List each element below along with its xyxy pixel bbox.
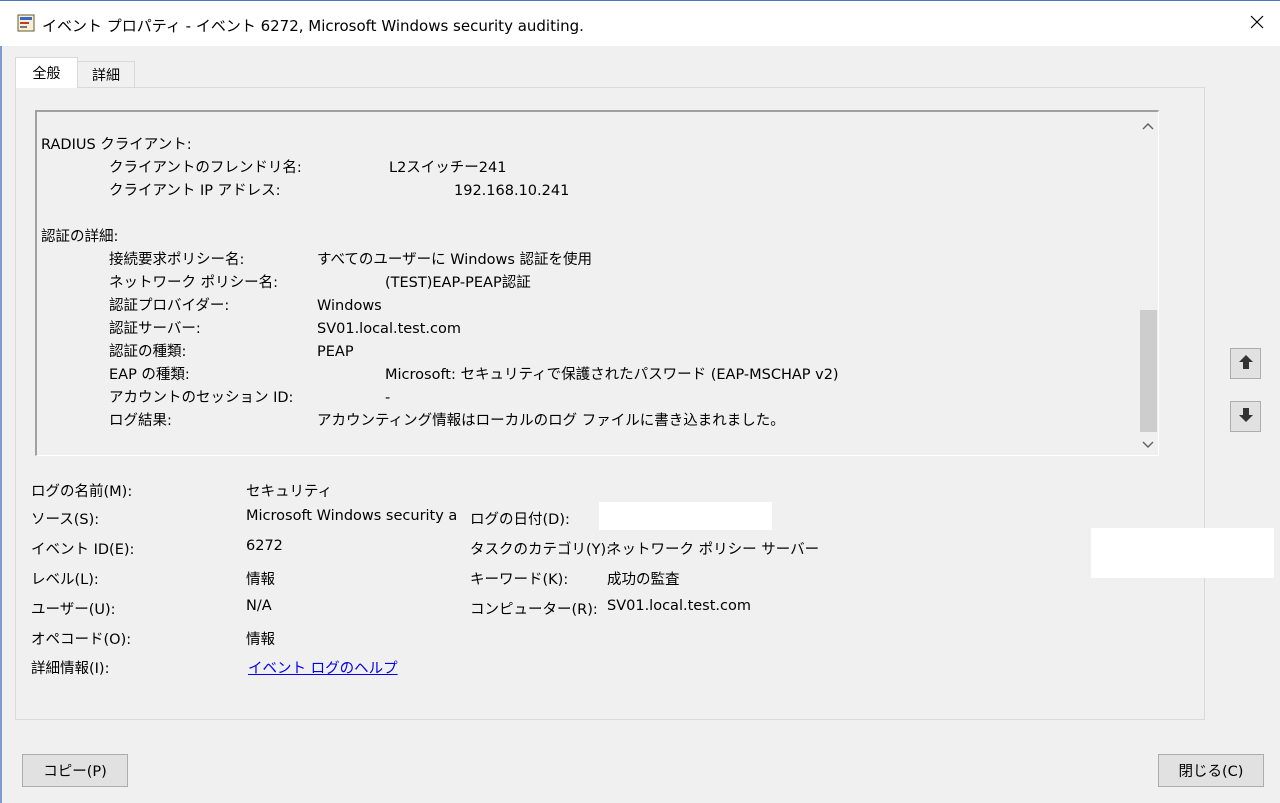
- chevron-down-icon: [1142, 437, 1154, 453]
- opcode-label: オペコード(O):: [31, 632, 132, 648]
- tab-details[interactable]: 詳細: [78, 61, 135, 87]
- copy-button-label: コピー(P): [43, 764, 107, 780]
- arrow-down-icon: [1238, 407, 1254, 427]
- keyword-value: 成功の監査: [607, 572, 680, 588]
- client-ip-value: 192.168.10.241: [454, 183, 570, 199]
- net-policy-value: (TEST)EAP-PEAP認証: [385, 275, 531, 291]
- copy-button[interactable]: コピー(P): [22, 754, 128, 787]
- log-name-value: セキュリティ: [246, 484, 333, 500]
- event-id-value: 6272: [246, 538, 283, 554]
- friendly-name-value: L2スイッチー241: [389, 160, 507, 176]
- source-label: ソース(S):: [31, 512, 100, 528]
- auth-header: 認証の詳細:: [41, 229, 119, 245]
- eap-type-value: Microsoft: セキュリティで保護されたパスワード (EAP-MSCHAP…: [385, 367, 839, 383]
- scroll-thumb[interactable]: [1140, 310, 1157, 432]
- window-title: イベント プロパティ - イベント 6272, Microsoft Window…: [42, 17, 584, 35]
- description-scrollbar[interactable]: [1138, 112, 1158, 455]
- session-id-value: -: [385, 390, 391, 406]
- window-border: [0, 46, 2, 803]
- tab-details-label: 詳細: [92, 67, 120, 84]
- more-info-label: 詳細情報(I):: [31, 661, 110, 677]
- title-bar: イベント プロパティ - イベント 6272, Microsoft Window…: [0, 0, 1280, 46]
- session-id-label: アカウントのセッション ID:: [109, 390, 294, 406]
- level-value: 情報: [246, 572, 275, 588]
- source-value: Microsoft Windows security a: [246, 508, 458, 524]
- close-icon: [1249, 14, 1265, 34]
- auth-provider-value: Windows: [317, 298, 382, 314]
- user-value: N/A: [246, 598, 272, 614]
- event-id-label: イベント ID(E):: [31, 542, 135, 558]
- previous-event-button[interactable]: [1230, 348, 1261, 379]
- computer-label: コンピューター(R):: [470, 602, 598, 618]
- event-log-help-link[interactable]: イベント ログのヘルプ: [248, 657, 398, 678]
- auth-type-value: PEAP: [317, 344, 354, 360]
- task-category-label: タスクのカテゴリ(Y):: [470, 542, 612, 558]
- keyword-label: キーワード(K):: [470, 572, 569, 588]
- log-date-value: [599, 502, 772, 530]
- next-event-button[interactable]: [1230, 401, 1261, 432]
- tab-general[interactable]: 全般: [15, 57, 78, 88]
- redacted-area: [1091, 528, 1274, 578]
- computer-value: SV01.local.test.com: [607, 598, 752, 614]
- eap-type-label: EAP の種類:: [109, 367, 190, 383]
- chevron-up-icon: [1142, 118, 1154, 134]
- friendly-name-label: クライアントのフレンドリ名:: [109, 160, 302, 176]
- client-ip-label: クライアント IP アドレス:: [109, 183, 281, 199]
- log-date-label: ログの日付(D):: [470, 512, 570, 528]
- user-label: ユーザー(U):: [31, 602, 116, 618]
- task-category-value: ネットワーク ポリシー サーバー: [607, 542, 820, 558]
- auth-server-label: 認証サーバー:: [109, 321, 201, 337]
- auth-type-label: 認証の種類:: [109, 344, 187, 360]
- opcode-value: 情報: [246, 632, 275, 648]
- net-policy-label: ネットワーク ポリシー名:: [109, 275, 278, 291]
- arrow-up-icon: [1238, 354, 1254, 374]
- close-window-button[interactable]: [1234, 1, 1280, 47]
- auth-provider-label: 認証プロバイダー:: [109, 298, 230, 314]
- close-button[interactable]: 閉じる(C): [1158, 754, 1264, 787]
- event-viewer-icon: [17, 14, 35, 32]
- conn-policy-label: 接続要求ポリシー名:: [109, 252, 245, 268]
- radius-header: RADIUS クライアント:: [41, 137, 192, 153]
- tab-general-label: 全般: [32, 66, 61, 82]
- conn-policy-value: すべてのユーザーに Windows 認証を使用: [317, 252, 593, 268]
- auth-server-value: SV01.local.test.com: [317, 321, 462, 337]
- description-text: RADIUS クライアント: クライアントのフレンドリ名: L2スイッチー241…: [41, 134, 1131, 433]
- event-description[interactable]: RADIUS クライアント: クライアントのフレンドリ名: L2スイッチー241…: [35, 110, 1159, 456]
- log-name-label: ログの名前(M):: [31, 484, 133, 500]
- scroll-up-button[interactable]: [1138, 116, 1158, 136]
- close-button-label: 閉じる(C): [1178, 764, 1244, 780]
- log-result-value: アカウンティング情報はローカルのログ ファイルに書き込まれました。: [317, 413, 785, 429]
- log-result-label: ログ結果:: [109, 413, 172, 429]
- scroll-down-button[interactable]: [1138, 435, 1158, 455]
- level-label: レベル(L):: [31, 572, 99, 588]
